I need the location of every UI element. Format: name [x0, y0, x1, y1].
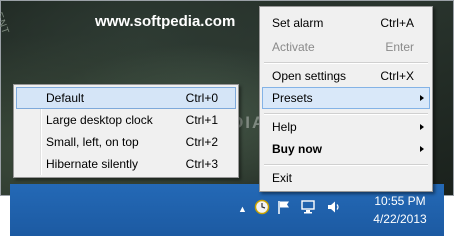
submenu-arrow-icon [420, 146, 424, 152]
menu-item-label: Large desktop clock [46, 113, 153, 127]
submenu-arrow-icon [420, 124, 424, 130]
menu-item-label: Hibernate silently [46, 157, 139, 171]
app-clock-icon[interactable] [254, 199, 270, 215]
menu-item-shortcut: Ctrl+1 [185, 113, 218, 127]
menu-item-open-settings[interactable]: Open settings Ctrl+X [262, 65, 430, 87]
preset-small-left-on-top[interactable]: Small, left, on top Ctrl+2 [16, 131, 236, 153]
menu-separator [264, 164, 428, 166]
menu-item-label: Buy now [272, 142, 322, 156]
menu-item-buy-now[interactable]: Buy now [262, 138, 430, 160]
preset-large-desktop-clock[interactable]: Large desktop clock Ctrl+1 [16, 109, 236, 131]
preset-hibernate-silently[interactable]: Hibernate silently Ctrl+3 [16, 153, 236, 175]
menu-item-presets[interactable]: Presets [262, 87, 430, 109]
menu-item-label: Activate [272, 40, 315, 54]
volume-icon[interactable] [326, 199, 342, 215]
show-hidden-icons-button[interactable]: ▲ [238, 204, 247, 214]
menu-item-shortcut: Ctrl+0 [185, 91, 218, 105]
menu-item-activate[interactable]: Activate Enter [262, 36, 430, 58]
menu-item-label: Small, left, on top [46, 135, 139, 149]
menu-item-label: Help [272, 120, 297, 134]
menu-item-label: Default [46, 91, 85, 105]
taskbar-clock[interactable]: 10:55 PM 4/22/2013 [360, 192, 440, 228]
menu-item-label: Exit [272, 171, 293, 185]
flag-icon[interactable] [276, 199, 292, 215]
preset-default[interactable]: Default Ctrl+0 [16, 87, 236, 109]
menu-separator [264, 62, 428, 64]
menu-item-label: Open settings [272, 69, 347, 83]
menu-item-set-alarm[interactable]: Set alarm Ctrl+A [262, 12, 430, 34]
menu-item-shortcut: Ctrl+X [380, 69, 414, 83]
menu-item-exit[interactable]: Exit [262, 167, 430, 189]
clock-date: 4/22/2013 [373, 212, 427, 226]
menu-item-shortcut: Ctrl+3 [185, 157, 218, 171]
menu-item-label: Presets [272, 91, 313, 105]
watermark-url: www.softpedia.com [95, 13, 236, 30]
menu-item-help[interactable]: Help [262, 116, 430, 138]
menu-item-shortcut: Enter [385, 40, 414, 54]
presets-submenu: Default Ctrl+0 Large desktop clock Ctrl+… [13, 84, 239, 178]
menu-item-shortcut: Ctrl+2 [185, 135, 218, 149]
clock-time: 10:55 PM [374, 194, 426, 208]
tray-context-menu: Set alarm Ctrl+A Activate Enter Open set… [259, 6, 433, 192]
menu-separator [264, 113, 428, 115]
menu-item-label: Set alarm [272, 16, 324, 30]
menu-item-shortcut: Ctrl+A [380, 16, 414, 30]
background-partial-text: ENT [0, 11, 11, 37]
submenu-arrow-icon [420, 95, 424, 101]
network-icon[interactable] [300, 199, 316, 215]
